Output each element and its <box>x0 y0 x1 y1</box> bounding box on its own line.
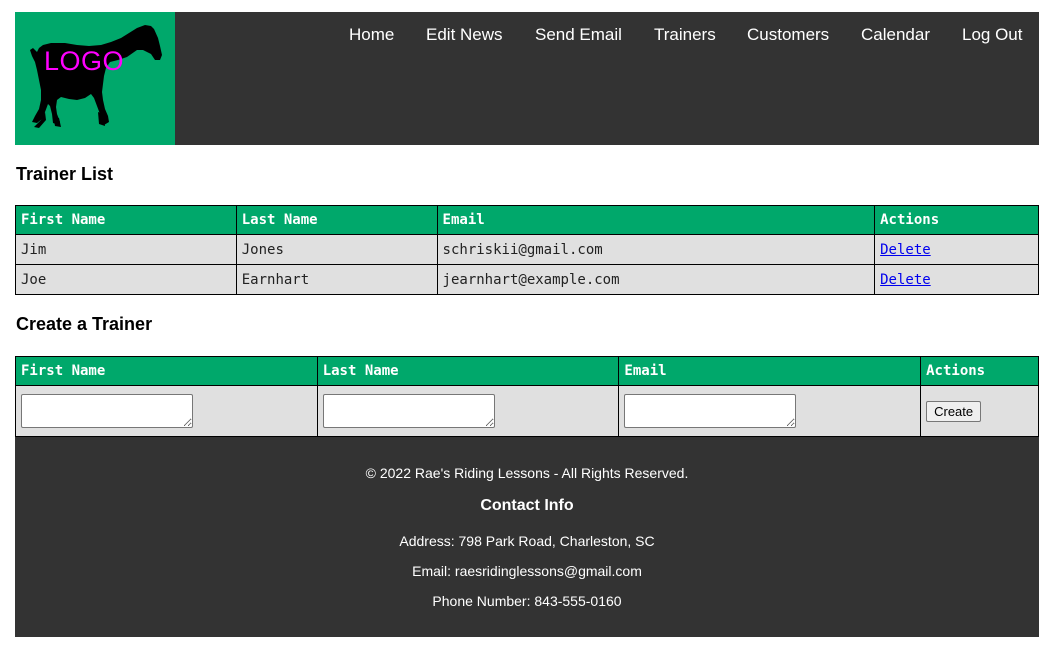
create-row: Create <box>15 385 1039 437</box>
horse-icon <box>30 25 162 128</box>
copyright-text: © 2022 Rae's Riding Lessons - All Rights… <box>365 465 689 481</box>
table-header-row: First Name Last Name Email Actions <box>15 356 1039 386</box>
address-text: Address: 798 Park Road, Charleston, SC <box>399 533 655 549</box>
site-footer: © 2022 Rae's Riding Lessons - All Rights… <box>15 437 1039 637</box>
delete-link[interactable]: Delete <box>880 272 931 288</box>
trainer-list-title: Trainer List <box>16 164 114 184</box>
first-name-input[interactable] <box>21 394 193 428</box>
create-button[interactable]: Create <box>926 400 982 422</box>
column-header-actions: Actions <box>874 205 1039 235</box>
logo[interactable]: LOGO <box>15 12 175 145</box>
cell-first-name <box>15 385 318 437</box>
nav-customers[interactable]: Customers <box>747 25 829 45</box>
cell-first-name: Joe <box>15 264 237 295</box>
cell-email: schriskii@gmail.com <box>436 234 876 265</box>
last-name-input[interactable] <box>322 394 495 428</box>
table-row: Jim Jones schriskii@gmail.com Delete <box>15 234 1039 265</box>
email-input[interactable] <box>624 394 797 428</box>
table-row: Joe Earnhart jearnhart@example.com Delet… <box>15 264 1039 295</box>
cell-last-name: Earnhart <box>235 264 438 295</box>
trainer-list-table: First Name Last Name Email Actions Jim J… <box>15 205 1039 295</box>
cell-email <box>618 385 922 437</box>
nav-home[interactable]: Home <box>349 25 394 45</box>
cell-last-name: Jones <box>235 234 438 265</box>
logo-text: LOGO <box>44 46 125 76</box>
nav-send-email[interactable]: Send Email <box>535 25 622 45</box>
cell-last-name <box>316 385 620 437</box>
cell-actions: Delete <box>874 234 1039 265</box>
column-header-actions: Actions <box>920 356 1039 386</box>
nav-edit-news[interactable]: Edit News <box>426 25 503 45</box>
column-header-email: Email <box>436 205 876 235</box>
column-header-first-name: First Name <box>15 356 318 386</box>
phone-text: Phone Number: 843-555-0160 <box>432 593 622 609</box>
cell-actions: Delete <box>874 264 1039 295</box>
cell-first-name: Jim <box>15 234 237 265</box>
create-trainer-table: First Name Last Name Email Actions Creat… <box>15 356 1039 437</box>
site-header: LOGO Home Edit News Send Email Trainers … <box>15 12 1039 145</box>
column-header-last-name: Last Name <box>235 205 438 235</box>
nav-trainers[interactable]: Trainers <box>654 25 716 45</box>
table-header-row: First Name Last Name Email Actions <box>15 205 1039 235</box>
column-header-email: Email <box>618 356 922 386</box>
nav-calendar[interactable]: Calendar <box>861 25 930 45</box>
cell-email: jearnhart@example.com <box>436 264 876 295</box>
cell-actions: Create <box>920 385 1039 437</box>
nav-log-out[interactable]: Log Out <box>962 25 1023 45</box>
column-header-last-name: Last Name <box>316 356 620 386</box>
delete-link[interactable]: Delete <box>880 242 931 258</box>
contact-info-title: Contact Info <box>480 497 574 514</box>
column-header-first-name: First Name <box>15 205 237 235</box>
email-text: Email: raesridinglessons@gmail.com <box>412 563 642 579</box>
create-trainer-title: Create a Trainer <box>16 314 153 334</box>
